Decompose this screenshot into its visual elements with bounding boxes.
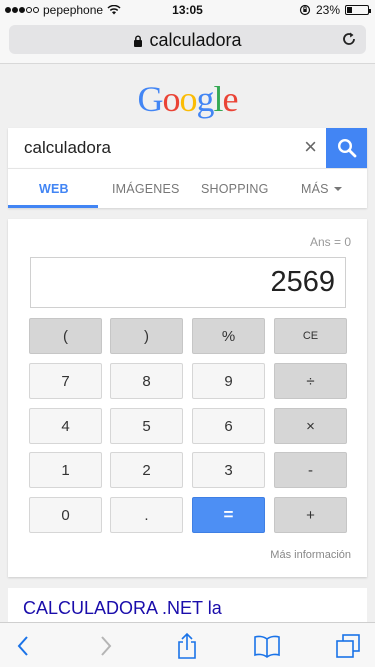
key-subtract[interactable]: -	[274, 452, 347, 488]
share-button[interactable]	[172, 631, 202, 661]
forward-button[interactable]	[91, 631, 121, 661]
battery-percent: 23%	[315, 3, 340, 17]
reload-icon[interactable]	[340, 30, 358, 48]
key-multiply[interactable]: ×	[274, 408, 347, 444]
tab-more[interactable]: MÁS	[301, 182, 342, 196]
browser-toolbar: calculadora	[0, 20, 375, 64]
back-icon	[17, 636, 28, 656]
key-8[interactable]: 8	[110, 363, 183, 399]
key-2[interactable]: 2	[110, 452, 183, 488]
bookmarks-icon	[254, 635, 280, 658]
logo-letter: g	[196, 79, 215, 119]
battery-icon	[345, 5, 371, 15]
calculator-card: Ans = 0 2569 ( ) % CE 7 8 9 ÷ 4 5 6 × 1 …	[8, 219, 367, 577]
key-6[interactable]: 6	[192, 408, 265, 444]
forward-icon	[101, 636, 112, 656]
key-4[interactable]: 4	[29, 408, 102, 444]
calculator-display: 2569	[30, 257, 346, 308]
key-0[interactable]: 0	[29, 497, 102, 533]
logo-letter: l	[213, 79, 224, 119]
ans-label: Ans = 0	[309, 235, 351, 249]
bottom-toolbar	[0, 622, 375, 667]
key-clear-entry[interactable]: CE	[274, 318, 347, 354]
dropdown-caret-icon	[333, 187, 342, 191]
key-close-paren[interactable]: )	[110, 318, 183, 354]
status-bar: pepephone 13:05 23%	[0, 0, 375, 20]
display-value: 2569	[270, 266, 335, 298]
key-9[interactable]: 9	[192, 363, 265, 399]
logo-letter: G	[137, 79, 164, 119]
logo-letter: o	[179, 79, 198, 119]
tab-more-label: MÁS	[301, 182, 329, 196]
clear-icon[interactable]: ×	[304, 135, 317, 159]
tabs-icon	[336, 634, 360, 658]
back-button[interactable]	[8, 631, 38, 661]
page-content: Google calculadora × WEB IMÁGENES SHOPPI…	[0, 65, 375, 628]
bookmarks-button[interactable]	[252, 631, 282, 661]
key-7[interactable]: 7	[29, 363, 102, 399]
search-button[interactable]	[326, 128, 367, 168]
tabs-button[interactable]	[333, 631, 363, 661]
key-1[interactable]: 1	[29, 452, 102, 488]
key-add[interactable]: +	[274, 497, 347, 533]
tab-images[interactable]: IMÁGENES	[112, 182, 180, 196]
google-logo[interactable]: Google	[0, 78, 375, 120]
tab-web[interactable]: WEB	[39, 182, 69, 196]
more-info-link[interactable]: Más información	[270, 549, 351, 561]
key-3[interactable]: 3	[192, 452, 265, 488]
result-title-link[interactable]: CALCULADORA .NET la	[23, 598, 222, 619]
share-icon	[178, 632, 196, 659]
lock-icon	[134, 35, 143, 47]
search-input[interactable]: calculadora	[24, 138, 111, 158]
search-tabs: WEB IMÁGENES SHOPPING MÁS	[8, 168, 367, 208]
search-icon	[337, 138, 356, 158]
active-tab-indicator	[8, 205, 98, 208]
key-decimal[interactable]: .	[110, 497, 183, 533]
search-box: calculadora ×	[8, 128, 367, 168]
tab-shopping[interactable]: SHOPPING	[201, 182, 269, 196]
key-percent[interactable]: %	[192, 318, 265, 354]
orientation-lock-icon	[299, 4, 311, 16]
logo-letter: e	[222, 79, 239, 119]
logo-letter: o	[162, 79, 181, 119]
url-text: calculadora	[149, 30, 242, 50]
address-bar[interactable]: calculadora	[9, 25, 366, 54]
key-5[interactable]: 5	[110, 408, 183, 444]
key-equals[interactable]: =	[192, 497, 265, 533]
key-open-paren[interactable]: (	[29, 318, 102, 354]
key-divide[interactable]: ÷	[274, 363, 347, 399]
